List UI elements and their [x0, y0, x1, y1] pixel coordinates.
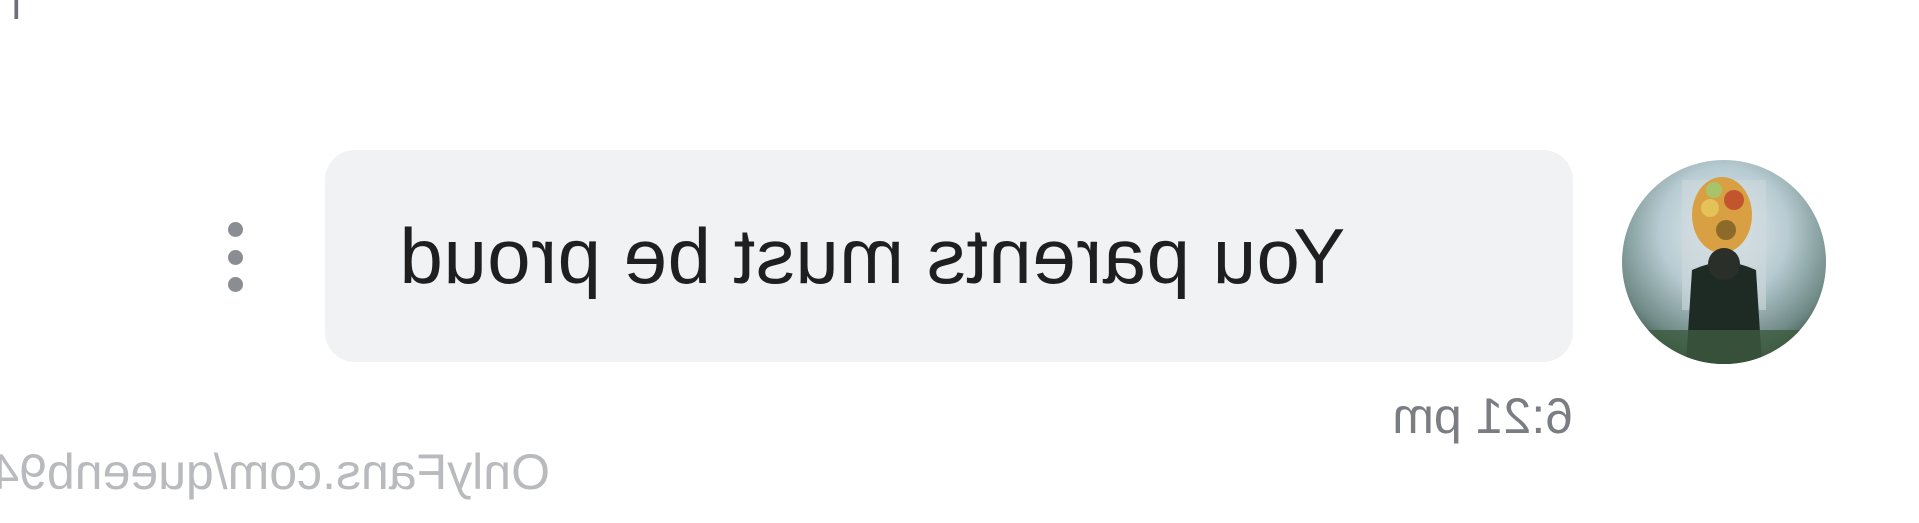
message-text-layer: You parents must be proud — [325, 150, 1573, 362]
message-time: 6:21 pm — [1392, 388, 1573, 444]
more-vertical-icon — [228, 222, 244, 237]
timestamp-layer: 6:21 pm — [1310, 386, 1573, 446]
message-text: You parents must be proud — [399, 211, 1346, 300]
profile-photo-icon — [1622, 160, 1826, 364]
watermark-text: OnlyFans.com/queenb94 — [0, 444, 550, 500]
message-options-button[interactable] — [223, 222, 249, 292]
avatar[interactable] — [1622, 160, 1826, 364]
watermark-layer: OnlyFans.com/queenb94 — [0, 440, 550, 504]
top-cutoff-glyph: T — [4, 0, 29, 28]
